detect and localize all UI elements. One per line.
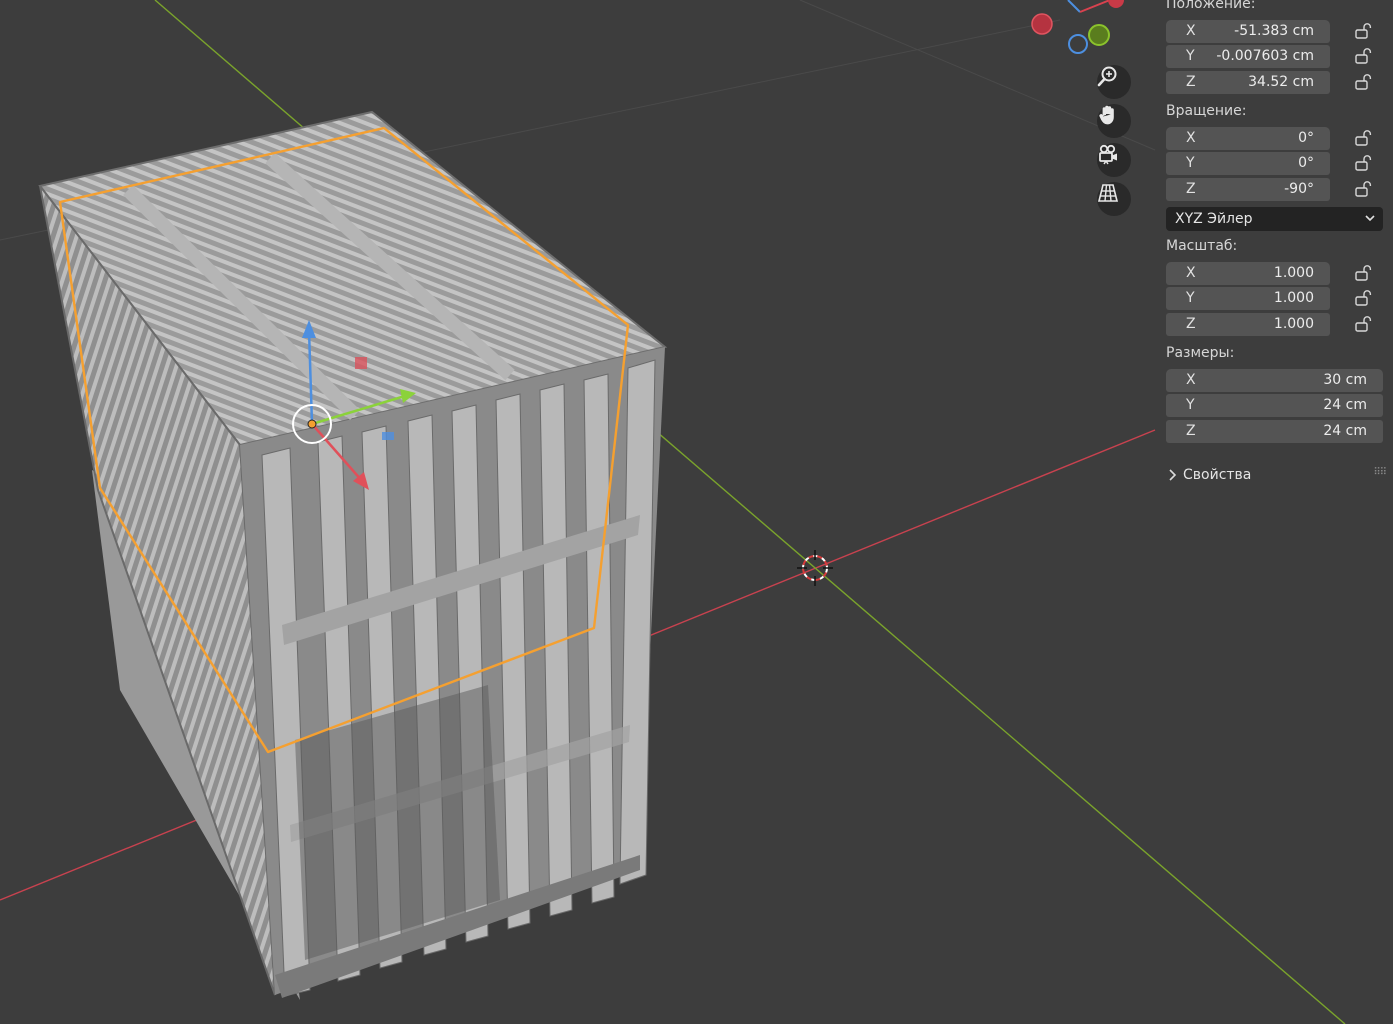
axis-label: Y [1186,290,1195,306]
field-value: 1.000 [1273,290,1314,306]
lock-icon[interactable] [1354,289,1374,307]
rotation-y-field[interactable]: Y 0° [1166,152,1330,175]
field-value: 1.000 [1273,316,1314,332]
dimensions-label: Размеры: [1166,345,1235,361]
field-value: 24 cm [1323,397,1367,413]
dimensions-y-field[interactable]: Y 24 cm [1166,394,1383,417]
location-label: Положение: [1166,0,1256,12]
camera-icon[interactable] [1097,143,1131,177]
chevron-right-icon [1169,469,1177,481]
location-y-field[interactable]: Y -0.007603 cm [1166,45,1330,68]
rotation-mode-select[interactable]: XYZ Эйлер [1166,207,1383,231]
scale-y-field[interactable]: Y 1.000 [1166,287,1330,310]
dimensions-x-field[interactable]: X 30 cm [1166,369,1383,392]
lock-icon[interactable] [1354,154,1374,172]
field-value: 0° [1298,130,1314,146]
rotation-label: Вращение: [1166,103,1247,119]
zoom-icon[interactable] [1097,65,1131,99]
lock-icon[interactable] [1354,22,1374,40]
hand-pan-icon[interactable] [1097,104,1131,138]
axis-label: Z [1186,316,1196,332]
chevron-down-icon [1365,215,1375,222]
rotation-z-field[interactable]: Z -90° [1166,178,1330,201]
scale-z-field[interactable]: Z 1.000 [1166,313,1330,336]
lock-icon[interactable] [1354,264,1374,282]
properties-subpanel-header[interactable]: Свойства ⠿⠿ [1166,465,1388,487]
axis-label: X [1186,130,1196,146]
rotation-x-field[interactable]: X 0° [1166,127,1330,150]
axis-label: X [1186,372,1196,388]
location-x-field[interactable]: X -51.383 cm [1166,20,1330,43]
axis-label: Y [1186,397,1195,413]
field-value: 30 cm [1323,372,1367,388]
grid-ortho-icon[interactable] [1097,182,1131,216]
navigation-gizmo[interactable] [1031,0,1124,54]
lock-icon[interactable] [1354,180,1374,198]
axis-label: Z [1186,181,1196,197]
heatsink-model[interactable] [38,110,668,1000]
axis-label: X [1186,23,1196,39]
dimensions-z-field[interactable]: Z 24 cm [1166,420,1383,443]
axis-label: Y [1186,155,1195,171]
field-value: -90° [1284,181,1314,197]
transform-panel: Положение: X -51.383 cm Y -0.007603 cm Z… [1158,0,1393,495]
lock-icon[interactable] [1354,47,1374,65]
lock-icon[interactable] [1354,73,1374,91]
location-z-field[interactable]: Z 34.52 cm [1166,71,1330,94]
drag-grip-icon[interactable]: ⠿⠿ [1373,467,1387,478]
field-value: 34.52 cm [1248,74,1314,90]
field-value: -51.383 cm [1234,23,1314,39]
axis-label: Z [1186,74,1196,90]
lock-icon[interactable] [1354,315,1374,333]
axis-label: Y [1186,48,1195,64]
lock-icon[interactable] [1354,129,1374,147]
field-value: 0° [1298,155,1314,171]
axis-label: Z [1186,423,1196,439]
scale-x-field[interactable]: X 1.000 [1166,262,1330,285]
field-value: 24 cm [1323,423,1367,439]
properties-label: Свойства [1183,467,1252,483]
scale-label: Масштаб: [1166,238,1238,254]
axis-label: X [1186,265,1196,281]
rotation-mode-value: XYZ Эйлер [1175,211,1253,227]
field-value: -0.007603 cm [1216,48,1314,64]
field-value: 1.000 [1273,265,1314,281]
